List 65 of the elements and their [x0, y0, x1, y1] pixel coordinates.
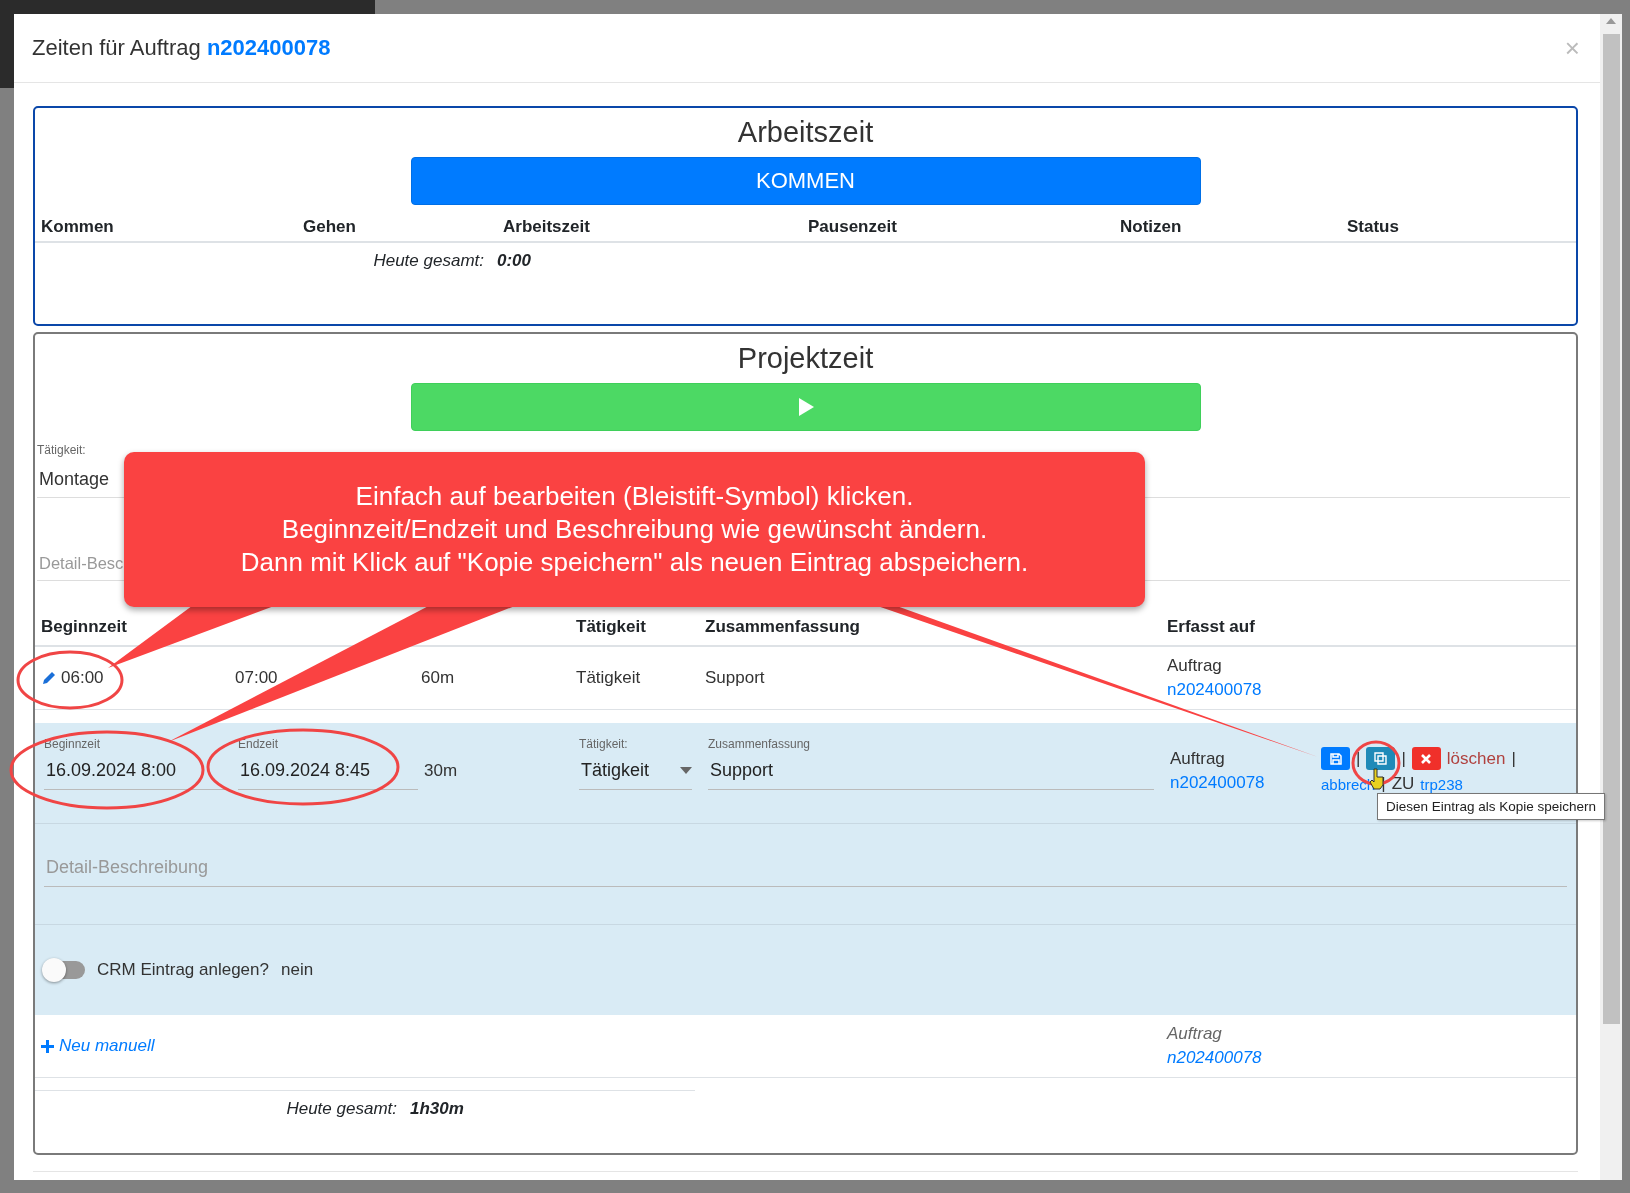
separator-text: | — [1511, 748, 1516, 769]
close-icon — [1421, 753, 1432, 764]
pencil-icon — [41, 670, 57, 686]
start-button[interactable] — [410, 383, 1201, 431]
dialog-title: Zeiten für Auftrag n202400078 — [32, 35, 331, 61]
section-heading: Arbeitszeit — [737, 116, 874, 149]
detail-field[interactable]: Detail-Beschreibung — [44, 853, 1567, 887]
column-header: Beginnzeit — [41, 617, 128, 637]
order-link[interactable]: n202400078 — [1170, 773, 1321, 793]
plus-icon — [41, 1039, 54, 1053]
source-label: Auftrag — [1170, 749, 1226, 769]
copy-icon — [1374, 752, 1388, 765]
column-header: Status — [1347, 217, 1400, 237]
column-header: Kommen — [41, 217, 115, 237]
source-label: Auftrag — [1167, 1024, 1223, 1044]
column-header: Notizen — [1120, 217, 1183, 237]
column-header: Erfasst auf — [1167, 617, 1256, 637]
field-label: Tätigkeit: — [37, 443, 86, 457]
crm-value: nein — [281, 960, 314, 980]
table-cell: 06:00 — [61, 668, 104, 688]
clock-in-button[interactable]: KOMMEN — [410, 157, 1201, 205]
scrollbar-thumb[interactable] — [1602, 34, 1620, 1024]
activity-field[interactable]: Montage — [39, 469, 110, 490]
dropdown-caret-icon — [680, 767, 692, 774]
table-cell-text: 60m — [421, 668, 456, 688]
copy-button[interactable] — [1366, 747, 1396, 770]
end-time-field[interactable]: Endzeit 16.09.2024 8:45 — [238, 737, 418, 790]
column-header: Arbeitszeit — [503, 217, 591, 237]
duration-text: 30m — [424, 761, 459, 781]
delete-button[interactable] — [1411, 747, 1441, 770]
reference-link[interactable]: trp238 — [1420, 775, 1463, 793]
table-cell-text: 07:00 — [235, 668, 279, 688]
summary-field[interactable]: Zusammenfassung Support — [708, 737, 1154, 790]
separator-text: | — [1356, 748, 1361, 769]
total-label: Heute gesamt: — [372, 251, 485, 271]
callout-text: Beginnzeit/Endzeit und Beschreibung wie gewünscht ändern. — [281, 514, 988, 545]
tooltip: Diesen Eintrag als Kopie speichern — [1377, 793, 1606, 820]
order-link[interactable]: n202400078 — [1167, 1048, 1576, 1068]
delete-link[interactable]: löschen — [1446, 748, 1506, 769]
scrollbar[interactable] — [1600, 14, 1622, 1180]
table-cell-text: Tätigkeit — [576, 668, 642, 688]
order-link[interactable]: n202400078 — [206, 35, 331, 60]
source-label: Auftrag — [1167, 656, 1223, 676]
column-header: Tätigkeit — [576, 617, 647, 637]
total-label: Heute gesamt: — [285, 1099, 398, 1119]
column-header: Pausenzeit — [808, 217, 898, 237]
begin-time-field[interactable]: Beginnzeit 16.09.2024 8:00 — [44, 737, 226, 790]
crm-toggle[interactable] — [43, 961, 85, 979]
order-link[interactable]: n202400078 — [1167, 680, 1318, 700]
crm-label: CRM Eintrag anlegen? — [97, 960, 269, 980]
callout-text: Dann mit Klick auf "Kopie speichern" als neuen Eintrag abspeichern. — [240, 547, 1029, 578]
new-entry-link[interactable]: Neu manuell — [41, 1036, 1167, 1056]
callout-text: Einfach auf bearbeiten (Bleistift-Symbol) klicken. — [355, 481, 914, 512]
scroll-up-icon — [1606, 18, 1616, 24]
save-button[interactable] — [1321, 747, 1350, 770]
column-header: Zusammenfassung — [705, 617, 861, 637]
activity-select[interactable]: Tätigkeit: Tätigkeit — [579, 737, 692, 790]
separator-text: | — [1401, 748, 1406, 769]
section-heading: Projektzeit — [737, 342, 874, 375]
to-label: ZU — [1391, 774, 1415, 794]
total-value: 0:00 — [497, 251, 532, 271]
detail-field[interactable]: Detail-Besc — [39, 554, 124, 573]
table-cell-text: Support — [705, 668, 766, 688]
total-value: 1h30m — [410, 1099, 464, 1119]
column-header: Gehen — [303, 217, 357, 237]
